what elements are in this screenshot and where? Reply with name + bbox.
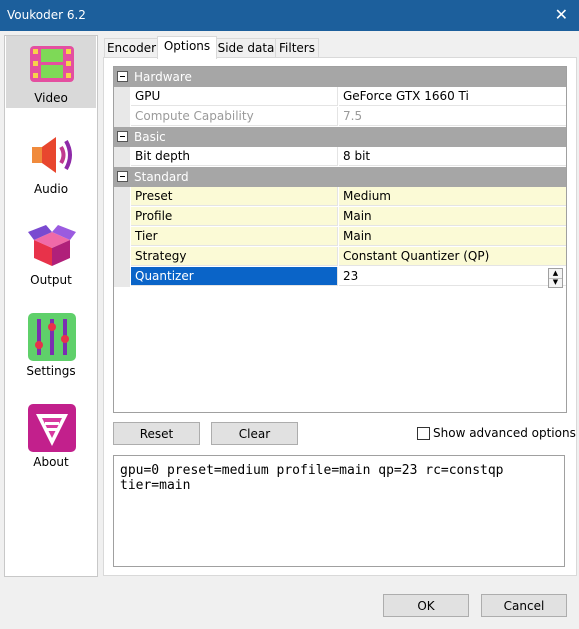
property-key: Strategy [131,247,338,266]
tab-side-data[interactable]: Side data [215,38,277,58]
property-row-strategy[interactable]: Strategy Constant Quantizer (QP) [114,247,566,267]
box-icon [28,225,76,266]
sidebar-item-about[interactable]: About [6,400,96,472]
property-key: GPU [131,87,338,106]
property-value[interactable]: GeForce GTX 1660 Ti [339,87,566,106]
sliders-icon [28,313,76,361]
checkbox-box[interactable] [417,427,430,440]
property-value[interactable]: 8 bit [339,147,566,166]
property-value[interactable]: Constant Quantizer (QP) [339,247,566,266]
property-value: 23 [343,269,359,283]
sidebar-item-video[interactable]: Video [6,36,96,108]
voukoder-logo-icon [28,404,76,452]
clear-button[interactable]: Clear [211,422,298,445]
collapse-icon[interactable] [117,131,128,142]
sidebar-item-label: Output [30,273,72,287]
options-panel: Hardware GPU GeForce GTX 1660 Ti Compute… [103,57,577,576]
collapse-icon[interactable] [117,71,128,82]
sidebar-item-label: About [33,455,69,469]
title-bar: Voukoder 6.2 ✕ [0,0,579,31]
cancel-button[interactable]: Cancel [481,594,567,617]
property-key: Tier [131,227,338,246]
checkbox-label: Show advanced options [433,426,576,440]
sidebar-item-label: Settings [26,364,76,378]
category-standard[interactable]: Standard [114,167,566,187]
film-icon [30,46,74,82]
collapse-icon[interactable] [117,171,128,182]
category-title: Standard [134,170,189,184]
property-key: Preset [131,187,338,206]
sidebar-item-audio[interactable]: Audio [6,127,96,199]
property-row-profile[interactable]: Profile Main [114,207,566,227]
property-key: Bit depth [131,147,338,166]
property-key: Profile [131,207,338,226]
category-title: Basic [134,130,166,144]
category-title: Hardware [134,70,192,84]
property-row-preset[interactable]: Preset Medium [114,187,566,207]
sidebar-item-output[interactable]: Output [6,218,96,290]
window-title: Voukoder 6.2 [7,8,86,22]
command-line-preview: gpu=0 preset=medium profile=main qp=23 r… [113,455,565,567]
property-grid: Hardware GPU GeForce GTX 1660 Ti Compute… [113,66,567,413]
property-value: 7.5 [339,107,566,126]
reset-button[interactable]: Reset [113,422,200,445]
category-hardware[interactable]: Hardware [114,67,566,87]
property-row-tier[interactable]: Tier Main [114,227,566,247]
quantizer-stepper[interactable]: ▲ ▼ [548,268,563,288]
tab-encoder[interactable]: Encoder [104,38,159,58]
property-key: Quantizer [131,267,338,286]
tab-options[interactable]: Options [157,36,217,59]
tab-filters[interactable]: Filters [275,38,319,58]
category-basic[interactable]: Basic [114,127,566,147]
quantizer-input[interactable]: 23 ▲ ▼ [339,267,566,288]
property-value[interactable]: Medium [339,187,566,206]
property-row-quantizer[interactable]: Quantizer 23 ▲ ▼ [114,267,566,288]
property-value[interactable]: Main [339,207,566,226]
ok-button[interactable]: OK [383,594,469,617]
property-row-compute-capability: Compute Capability 7.5 [114,107,566,127]
speaker-icon [32,137,72,173]
sidebar-item-label: Audio [33,182,69,196]
property-row-bit-depth[interactable]: Bit depth 8 bit [114,147,566,167]
close-icon[interactable]: ✕ [555,5,568,25]
spin-down-icon[interactable]: ▼ [549,278,562,287]
sidebar-item-settings[interactable]: Settings [6,309,96,381]
sidebar: Video Audio Output Settings About [4,35,98,577]
property-value[interactable]: Main [339,227,566,246]
sidebar-item-label: Video [34,91,68,105]
property-row-gpu[interactable]: GPU GeForce GTX 1660 Ti [114,87,566,107]
property-key: Compute Capability [131,107,338,126]
